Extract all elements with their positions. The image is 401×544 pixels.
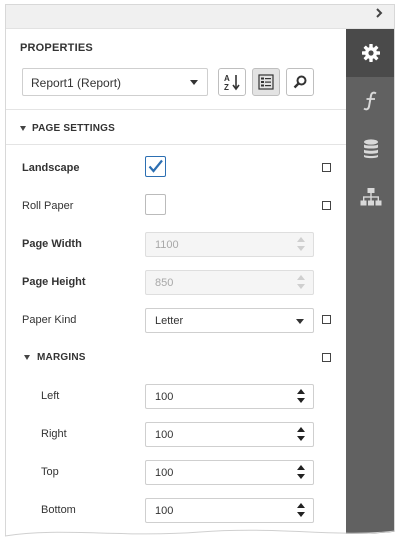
tab-expressions[interactable] bbox=[346, 77, 394, 125]
page-height-label: Page Height bbox=[22, 276, 86, 288]
margin-left-label: Left bbox=[41, 390, 60, 402]
collapse-triangle-icon[interactable] bbox=[24, 355, 30, 360]
margin-top-spinner[interactable]: 100 bbox=[145, 460, 314, 485]
page-height-value: 850 bbox=[155, 277, 174, 289]
properties-title: PROPERTIES bbox=[20, 42, 93, 54]
paper-kind-dropdown[interactable]: Letter bbox=[145, 308, 314, 333]
landscape-checkbox[interactable] bbox=[145, 156, 166, 177]
side-tab-bar bbox=[346, 29, 394, 537]
tree-structure-icon bbox=[360, 188, 381, 206]
margin-right-spinner[interactable]: 100 bbox=[145, 422, 314, 447]
roll-paper-label: Roll Paper bbox=[22, 200, 74, 212]
page-height-field: 850 bbox=[145, 270, 314, 295]
margin-bottom-value: 100 bbox=[155, 505, 174, 517]
margins-header[interactable]: MARGINS bbox=[37, 352, 86, 363]
paper-kind-label: Paper Kind bbox=[22, 314, 77, 326]
tab-field-list[interactable] bbox=[346, 125, 394, 173]
torn-edge-decoration bbox=[0, 529, 401, 544]
landscape-reset-box[interactable] bbox=[322, 163, 331, 172]
search-button[interactable] bbox=[286, 68, 314, 96]
function-icon bbox=[362, 91, 377, 111]
panel-top-bar bbox=[6, 5, 394, 29]
component-selector[interactable]: Report1 (Report) bbox=[22, 68, 208, 96]
section-divider bbox=[6, 144, 346, 145]
tab-properties[interactable] bbox=[346, 29, 394, 77]
categorized-view-icon bbox=[258, 74, 274, 90]
margin-top-label: Top bbox=[41, 466, 59, 478]
checkmark-icon bbox=[148, 159, 163, 173]
margin-bottom-label: Bottom bbox=[41, 504, 76, 516]
spin-arrows-icon bbox=[297, 274, 305, 291]
spin-arrows-icon[interactable] bbox=[297, 502, 305, 519]
component-selector-value: Report1 (Report) bbox=[31, 76, 122, 90]
paper-kind-value: Letter bbox=[155, 315, 184, 327]
collapse-panel-chevron-icon[interactable] bbox=[372, 7, 386, 23]
properties-content: PROPERTIES Report1 (Report) A Z PAGE SET… bbox=[6, 29, 346, 537]
paper-kind-reset-box[interactable] bbox=[322, 315, 331, 324]
sort-alphabetical-icon: A Z bbox=[224, 74, 240, 92]
gear-icon bbox=[361, 44, 380, 62]
margin-right-value: 100 bbox=[155, 429, 174, 441]
margin-top-value: 100 bbox=[155, 467, 174, 479]
page-width-field: 1100 bbox=[145, 232, 314, 257]
margin-bottom-spinner[interactable]: 100 bbox=[145, 498, 314, 523]
margin-right-label: Right bbox=[41, 428, 67, 440]
toolbar-divider bbox=[6, 109, 346, 110]
landscape-label: Landscape bbox=[22, 162, 80, 174]
collapse-triangle-icon[interactable] bbox=[20, 126, 26, 131]
sort-alphabetical-button[interactable]: A Z bbox=[218, 68, 246, 96]
spin-arrows-icon[interactable] bbox=[297, 388, 305, 405]
svg-text:Z: Z bbox=[224, 83, 229, 92]
roll-paper-reset-box[interactable] bbox=[322, 201, 331, 210]
tab-report-explorer[interactable] bbox=[346, 173, 394, 221]
spin-arrows-icon[interactable] bbox=[297, 464, 305, 481]
margin-left-spinner[interactable]: 100 bbox=[145, 384, 314, 409]
margins-reset-box[interactable] bbox=[322, 353, 331, 362]
spin-arrows-icon[interactable] bbox=[297, 426, 305, 443]
page-width-value: 1100 bbox=[155, 239, 179, 251]
categorized-view-button[interactable] bbox=[252, 68, 280, 96]
margin-left-value: 100 bbox=[155, 391, 174, 403]
chevron-down-icon bbox=[296, 319, 304, 324]
chevron-down-icon bbox=[190, 80, 198, 85]
page-width-label: Page Width bbox=[22, 238, 82, 250]
roll-paper-checkbox[interactable] bbox=[145, 194, 166, 215]
page-settings-header[interactable]: PAGE SETTINGS bbox=[32, 123, 115, 134]
properties-panel: PROPERTIES Report1 (Report) A Z PAGE SET… bbox=[5, 4, 395, 537]
svg-text:A: A bbox=[224, 74, 230, 83]
spin-arrows-icon bbox=[297, 236, 305, 253]
database-icon bbox=[363, 139, 378, 159]
search-icon bbox=[293, 75, 307, 89]
